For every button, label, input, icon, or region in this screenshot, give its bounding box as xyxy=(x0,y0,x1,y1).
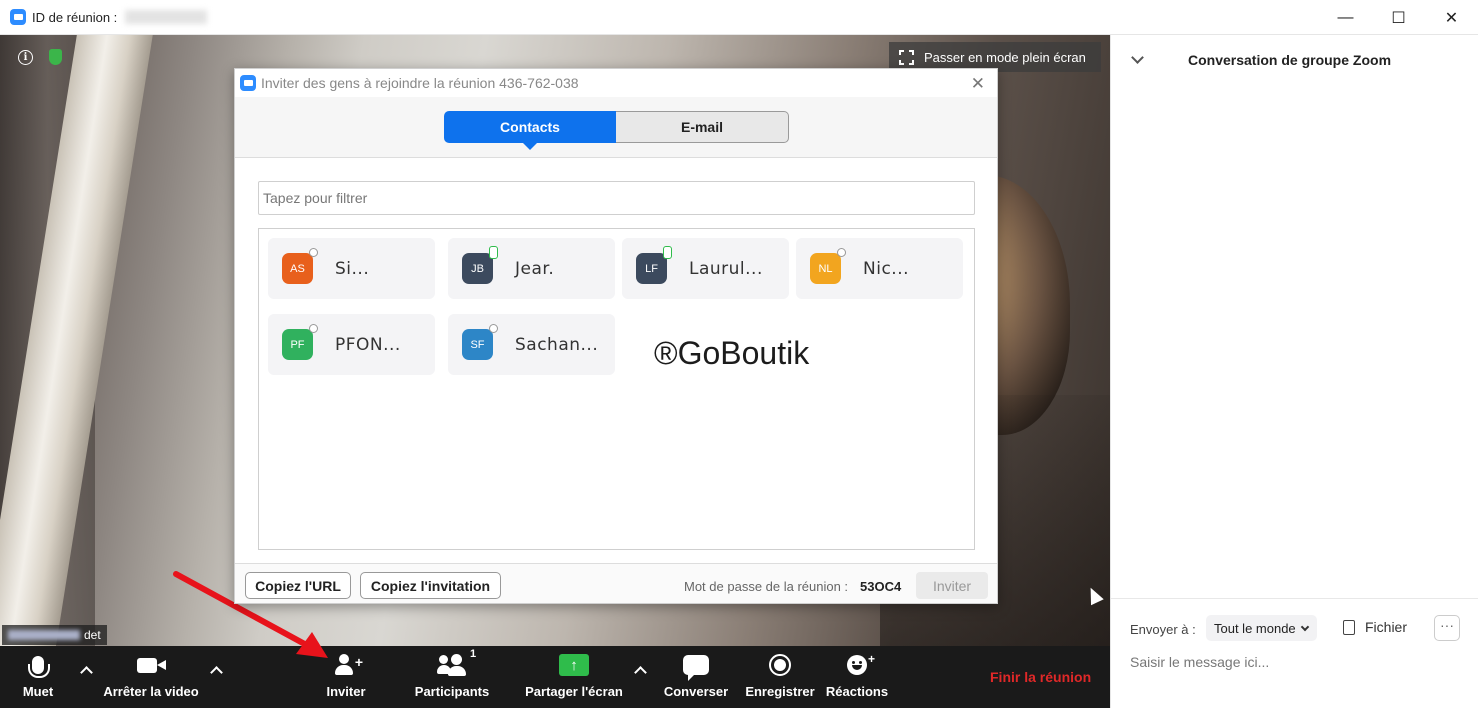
mute-label: Muet xyxy=(22,684,54,699)
contact-card[interactable]: PF PFON... xyxy=(268,314,435,375)
zoom-app-icon xyxy=(10,9,26,25)
mute-button[interactable]: Muet xyxy=(18,646,58,708)
avatar: PF xyxy=(282,324,318,360)
status-offline-icon xyxy=(309,248,318,257)
close-button[interactable]: ✕ xyxy=(1425,0,1478,35)
chat-panel: Conversation de groupe Zoom Envoyer à : … xyxy=(1110,35,1478,708)
end-meeting-button[interactable]: Finir la réunion xyxy=(990,669,1091,685)
dialog-footer: Copiez l'URL Copiez l'invitation Mot de … xyxy=(235,563,997,603)
send-to-select[interactable]: Tout le monde xyxy=(1206,615,1317,641)
contact-card[interactable]: NL Nic... xyxy=(796,238,963,299)
status-offline-icon xyxy=(309,324,318,333)
record-button[interactable]: Enregistrer xyxy=(744,646,816,708)
status-offline-icon xyxy=(489,324,498,333)
fullscreen-icon xyxy=(899,49,914,65)
chat-label: Converser xyxy=(663,684,729,699)
window-controls: — ☐ ✕ xyxy=(1319,0,1478,35)
dialog-title: Inviter des gens à rejoindre la réunion … xyxy=(261,75,579,91)
contact-filter-input[interactable] xyxy=(258,181,975,215)
name-tag-suffix: det xyxy=(84,628,101,642)
file-icon xyxy=(1343,619,1355,635)
chat-composer: Envoyer à : Tout le monde Fichier ··· xyxy=(1111,598,1478,708)
avatar: SF xyxy=(462,324,498,360)
share-screen-icon: ↑ xyxy=(559,654,589,676)
copy-invitation-button[interactable]: Copiez l'invitation xyxy=(360,572,501,599)
share-screen-label: Partager l'écran xyxy=(525,684,623,699)
contact-name: Si... xyxy=(335,258,370,279)
maximize-button[interactable]: ☐ xyxy=(1372,0,1425,35)
copy-url-button[interactable]: Copiez l'URL xyxy=(245,572,351,599)
meeting-toolbar: Muet Arrêter la video + Inviter 1 Partic… xyxy=(0,646,1110,708)
file-button[interactable]: Fichier xyxy=(1343,619,1407,635)
share-screen-button[interactable]: ↑ Partager l'écran xyxy=(522,646,626,708)
record-icon xyxy=(769,654,791,676)
invite-label: Inviter xyxy=(326,684,366,699)
reactions-label: Réactions xyxy=(825,684,889,699)
info-icon[interactable]: i xyxy=(18,50,33,65)
participants-count: 1 xyxy=(470,648,477,660)
audio-options-caret-icon[interactable] xyxy=(80,664,92,676)
participant-name-tag: det xyxy=(2,625,107,645)
contact-card[interactable]: AS Si... xyxy=(268,238,435,299)
contact-name: Sachan... xyxy=(515,334,599,355)
send-to-label: Envoyer à : xyxy=(1130,622,1196,637)
invite-button[interactable]: + Inviter xyxy=(322,646,370,708)
watermark: ®GoBoutik xyxy=(654,335,810,371)
collapse-chevron-icon[interactable] xyxy=(1131,51,1144,64)
contact-name: Jear. xyxy=(515,258,555,279)
avatar: LF xyxy=(636,246,672,284)
chevron-down-icon xyxy=(1300,622,1309,631)
meeting-id-redacted xyxy=(125,10,208,24)
contact-name: Nic... xyxy=(863,258,909,279)
more-options-button[interactable]: ··· xyxy=(1434,615,1460,641)
encryption-shield-icon[interactable] xyxy=(49,49,62,65)
invite-submit-button[interactable]: Inviter xyxy=(916,572,988,599)
fullscreen-label: Passer en mode plein écran xyxy=(924,49,1086,65)
tab-contacts[interactable]: Contacts xyxy=(444,111,616,150)
status-online-icon xyxy=(489,246,498,259)
status-offline-icon xyxy=(837,248,846,257)
message-input[interactable] xyxy=(1130,651,1460,673)
title-bar: ID de réunion : — ☐ ✕ xyxy=(0,0,1478,35)
dialog-close-icon[interactable]: ✕ xyxy=(971,74,985,94)
stop-video-button[interactable]: Arrêter la video xyxy=(100,646,202,708)
dialog-tabs: Contacts E-mail xyxy=(235,97,997,158)
status-online-icon xyxy=(663,246,672,259)
minimize-button[interactable]: — xyxy=(1319,0,1372,35)
contact-name: Laurul... xyxy=(689,258,763,279)
participants-button[interactable]: 1 Participants xyxy=(412,646,492,708)
chat-bubble-icon xyxy=(683,655,709,681)
share-options-caret-icon[interactable] xyxy=(634,664,646,676)
window-title: ID de réunion : xyxy=(32,9,118,25)
reaction-smiley-icon: + xyxy=(847,652,875,675)
password-value: 53OC4 xyxy=(860,579,902,594)
participants-icon xyxy=(437,654,467,676)
name-redacted xyxy=(8,630,80,640)
stop-video-label: Arrêter la video xyxy=(103,684,199,699)
chat-panel-title: Conversation de groupe Zoom xyxy=(1188,52,1392,68)
file-label: Fichier xyxy=(1365,619,1408,635)
contact-card[interactable]: LF Laurul... xyxy=(622,238,789,299)
contacts-list: AS Si... JB Jear. LF Laurul... NL Nic...… xyxy=(258,228,975,550)
send-to-value: Tout le monde xyxy=(1214,620,1296,636)
add-person-icon: + xyxy=(335,654,363,676)
video-options-caret-icon[interactable] xyxy=(210,664,222,676)
avatar: JB xyxy=(462,246,498,284)
tab-email[interactable]: E-mail xyxy=(616,111,789,143)
invite-dialog: Inviter des gens à rejoindre la réunion … xyxy=(234,68,998,604)
password-label: Mot de passe de la réunion : xyxy=(684,579,849,594)
record-label: Enregistrer xyxy=(745,684,815,699)
contact-card[interactable]: SF Sachan... xyxy=(448,314,615,375)
participants-label: Participants xyxy=(414,684,490,699)
dialog-title-bar: Inviter des gens à rejoindre la réunion … xyxy=(235,69,997,97)
contact-name: PFON... xyxy=(335,334,401,355)
chat-button[interactable]: Converser xyxy=(662,646,730,708)
zoom-app-icon xyxy=(240,75,256,91)
contact-card[interactable]: JB Jear. xyxy=(448,238,615,299)
avatar: AS xyxy=(282,248,318,284)
video-camera-icon xyxy=(137,657,166,673)
avatar: NL xyxy=(810,248,846,284)
reactions-button[interactable]: + Réactions xyxy=(825,646,889,708)
microphone-icon xyxy=(28,656,50,678)
